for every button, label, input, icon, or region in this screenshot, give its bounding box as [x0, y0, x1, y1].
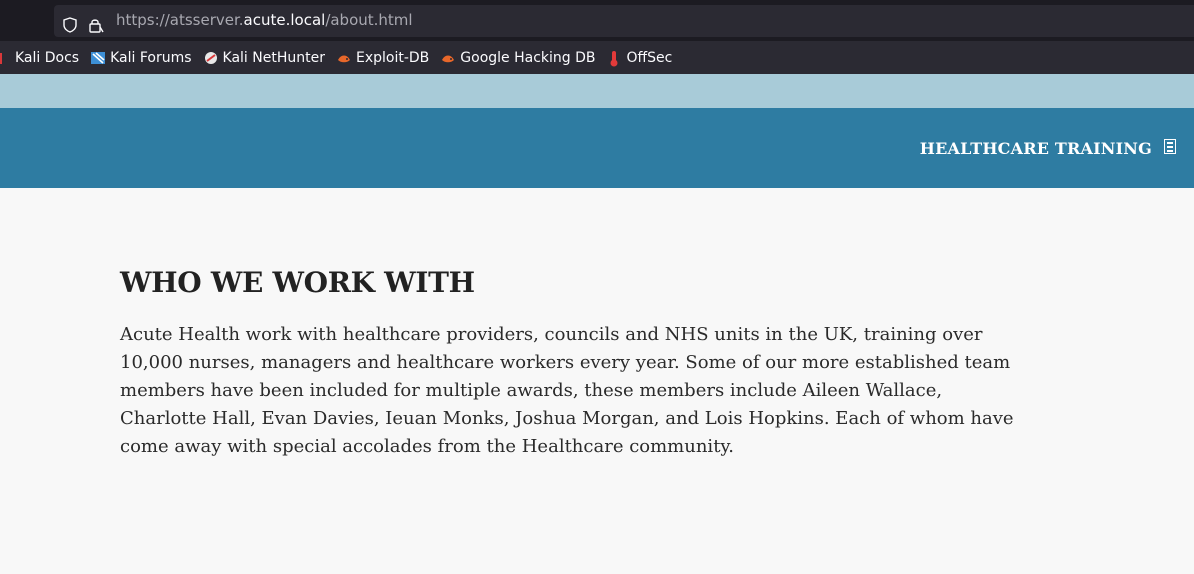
kali-docs-icon	[0, 51, 10, 65]
bookmark-kali-forums[interactable]: Kali Forums	[91, 45, 192, 71]
bookmark-offsec[interactable]: OffSec	[608, 45, 673, 71]
top-banner-band	[0, 74, 1194, 108]
exploit-db-icon	[337, 51, 351, 65]
page-heading: WHO WE WORK WITH	[120, 266, 475, 299]
nav-title-link[interactable]: HEALTHCARE TRAINING	[920, 139, 1152, 158]
bookmark-google-hacking-db[interactable]: Google Hacking DB	[441, 45, 596, 71]
kali-nethunter-icon	[204, 51, 218, 65]
bookmark-label: Exploit-DB	[355, 49, 430, 66]
bookmark-label: OffSec	[626, 49, 673, 66]
browser-chrome: https://atsserver.acute.local/about.html…	[0, 0, 1194, 74]
bookmarks-toolbar: Kali Docs Kali Forums Kali NetHunter Exp…	[0, 41, 1194, 74]
google-hacking-db-icon	[441, 51, 455, 65]
bookmark-exploit-db[interactable]: Exploit-DB	[337, 45, 429, 71]
bookmark-kali-nethunter[interactable]: Kali NetHunter	[204, 45, 325, 71]
url-text[interactable]: https://atsserver.acute.local/about.html	[116, 11, 413, 29]
kali-forums-icon	[91, 51, 106, 65]
bookmark-label: Google Hacking DB	[460, 49, 596, 66]
main-content: WHO WE WORK WITH Acute Health work with …	[120, 266, 1040, 461]
toolbar: https://atsserver.acute.local/about.html	[0, 0, 1194, 41]
about-paragraph: Acute Health work with healthcare provid…	[120, 324, 1014, 457]
bookmark-label: Kali Docs	[15, 49, 80, 66]
bookmark-label: Kali Forums	[110, 49, 192, 66]
bookmark-kali-docs[interactable]: Kali Docs	[0, 45, 79, 71]
lock-warning-icon[interactable]	[88, 17, 104, 33]
bookmark-label: Kali NetHunter	[222, 49, 325, 66]
site-header: HEALTHCARE TRAINING	[0, 108, 1194, 188]
shield-icon[interactable]	[62, 17, 78, 33]
offsec-icon	[608, 50, 622, 66]
menu-toggle-icon[interactable]	[1164, 139, 1176, 154]
